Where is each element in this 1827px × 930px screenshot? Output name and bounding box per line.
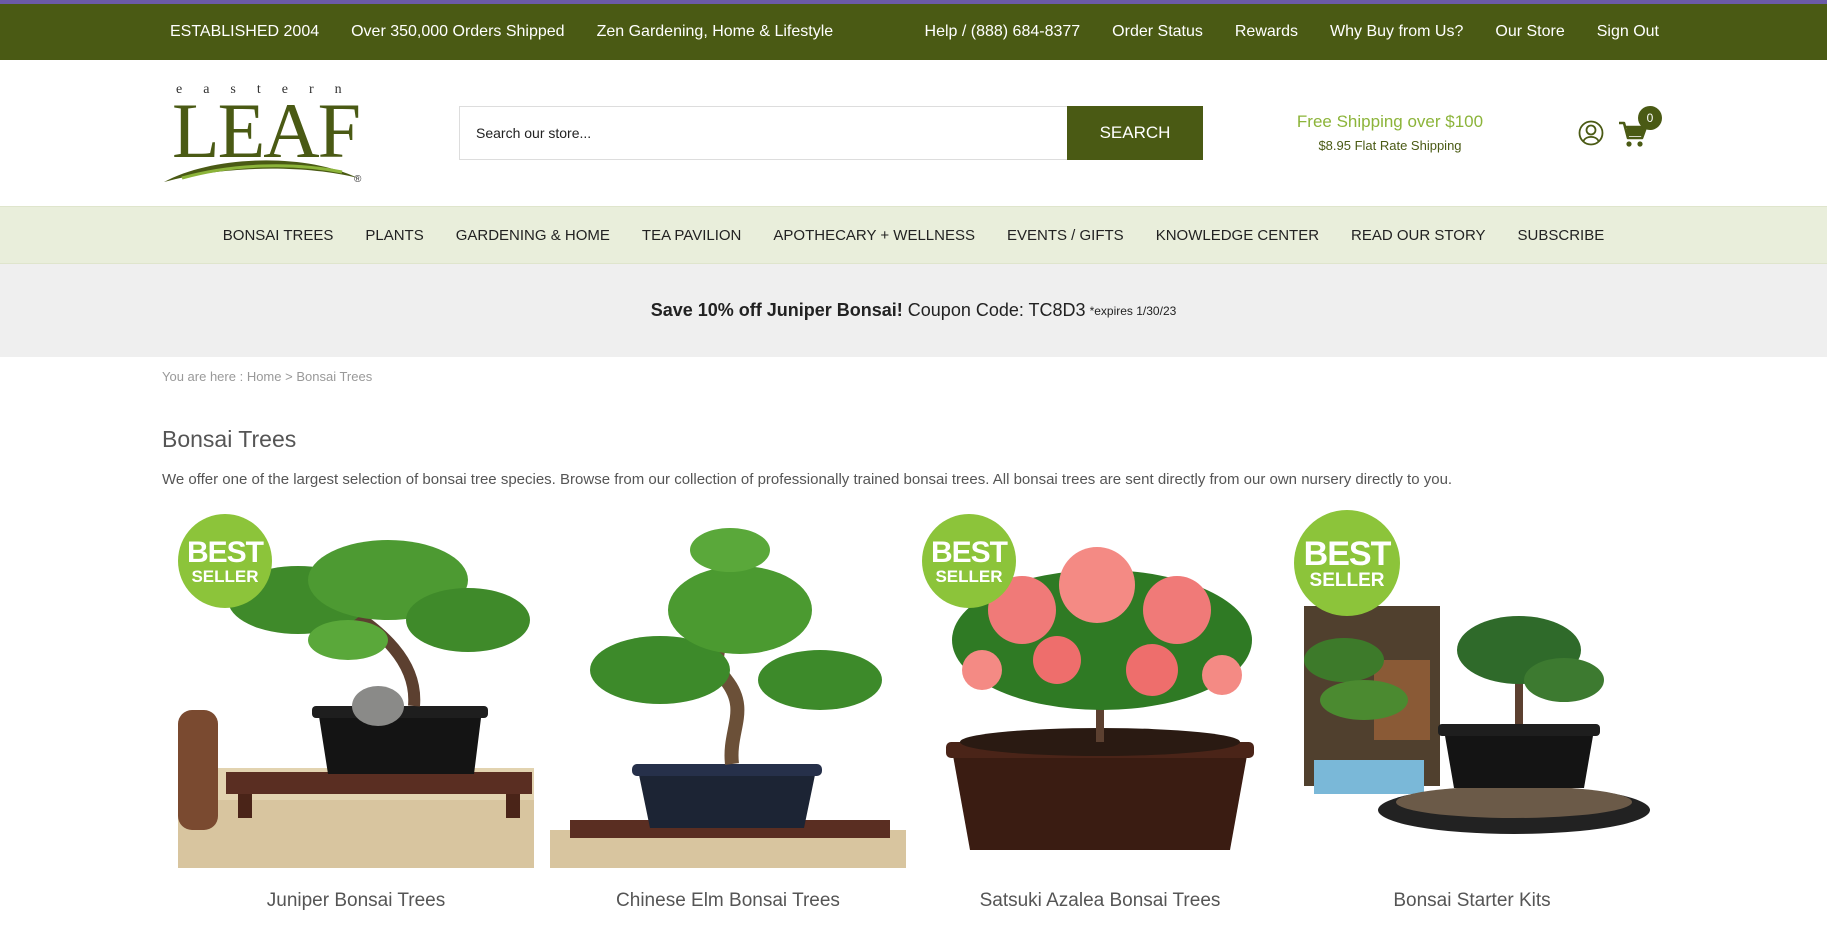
breadcrumb-home-link[interactable]: Home <box>247 369 282 384</box>
search-form: SEARCH <box>459 106 1203 160</box>
established-text: ESTABLISHED 2004 <box>170 23 320 40</box>
product-image-chinese-elm[interactable] <box>550 510 906 868</box>
sign-out-link[interactable]: Sign Out <box>1597 23 1659 41</box>
shipping-info: Free Shipping over $100 $8.95 Flat Rate … <box>1270 112 1510 153</box>
nav-read-our-story[interactable]: READ OUR STORY <box>1351 227 1485 244</box>
promo-expiry: *expires 1/30/23 <box>1089 303 1177 318</box>
product-name[interactable]: Juniper Bonsai Trees <box>178 890 534 912</box>
product-card[interactable]: BEST SELLER Juniper Bonsai Trees <box>162 510 534 930</box>
nav-plants[interactable]: PLANTS <box>365 227 423 244</box>
badge-line2: SELLER <box>191 566 259 586</box>
product-card[interactable]: BEST SELLER Satsuki Azalea Bonsai Trees <box>906 510 1262 930</box>
help-phone-link[interactable]: Help / (888) 684-8377 <box>925 23 1081 41</box>
site-logo[interactable]: eastern LEAF ® <box>162 82 362 186</box>
badge-line1: BEST <box>1303 534 1392 573</box>
rewards-link[interactable]: Rewards <box>1235 23 1298 41</box>
main-nav: BONSAI TREES PLANTS GARDENING & HOME TEA… <box>0 206 1827 264</box>
nav-knowledge-center[interactable]: KNOWLEDGE CENTER <box>1156 227 1319 244</box>
nav-events-gifts[interactable]: EVENTS / GIFTS <box>1007 227 1124 244</box>
top-bar: ESTABLISHED 2004 Over 350,000 Orders Shi… <box>0 4 1827 60</box>
search-button[interactable]: SEARCH <box>1067 106 1203 160</box>
search-input[interactable] <box>459 106 1067 160</box>
coupon-code: Coupon Code: TC8D3 <box>907 300 1086 320</box>
logo-registered-mark: ® <box>354 174 362 185</box>
nav-subscribe[interactable]: SUBSCRIBE <box>1518 227 1605 244</box>
product-name[interactable]: Satsuki Azalea Bonsai Trees <box>922 890 1278 912</box>
nav-gardening-home[interactable]: GARDENING & HOME <box>456 227 610 244</box>
product-name[interactable]: Chinese Elm Bonsai Trees <box>550 890 906 912</box>
site-header: eastern LEAF ® SEARCH Free Shipping over… <box>0 60 1827 206</box>
product-grid: BEST SELLER Juniper Bonsai Trees Chinese… <box>162 510 1652 927</box>
product-card[interactable]: BEST SELLER Bonsai Starter Kits <box>1278 510 1650 930</box>
free-shipping-text: Free Shipping over $100 <box>1296 112 1484 131</box>
product-name[interactable]: Bonsai Starter Kits <box>1294 890 1650 912</box>
breadcrumb: You are here : Home > Bonsai Trees <box>162 369 1827 384</box>
our-store-link[interactable]: Our Store <box>1495 23 1564 41</box>
orders-shipped-text: Over 350,000 Orders Shipped <box>351 23 565 40</box>
flat-rate-text: $8.95 Flat Rate Shipping <box>1318 138 1462 153</box>
nav-apothecary-wellness[interactable]: APOTHECARY + WELLNESS <box>773 227 975 244</box>
order-status-link[interactable]: Order Status <box>1112 23 1203 41</box>
logo-leaf-swoosh <box>164 160 358 182</box>
account-icon[interactable] <box>1578 120 1604 146</box>
nav-bonsai-trees[interactable]: BONSAI TREES <box>223 227 334 244</box>
breadcrumb-prefix: You are here : <box>162 369 247 384</box>
breadcrumb-current: Bonsai Trees <box>296 369 373 384</box>
breadcrumb-separator: > <box>281 369 297 384</box>
badge-line1: BEST <box>930 535 1008 569</box>
page-title: Bonsai Trees <box>162 426 297 452</box>
badge-line2: SELLER <box>1309 569 1385 591</box>
cart-count-badge: 0 <box>1638 106 1662 130</box>
promo-banner: Save 10% off Juniper Bonsai! Coupon Code… <box>0 264 1827 357</box>
best-seller-badge: BEST SELLER <box>178 514 272 608</box>
why-buy-link[interactable]: Why Buy from Us? <box>1330 23 1463 41</box>
tagline-text: Zen Gardening, Home & Lifestyle <box>596 23 834 40</box>
badge-line1: BEST <box>186 535 264 569</box>
best-seller-badge: BEST SELLER <box>922 514 1016 608</box>
badge-line2: SELLER <box>935 566 1003 586</box>
product-card[interactable]: Chinese Elm Bonsai Trees <box>534 510 906 930</box>
best-seller-badge: BEST SELLER <box>1294 510 1400 616</box>
nav-tea-pavilion[interactable]: TEA PAVILION <box>642 227 741 244</box>
page-description: We offer one of the largest selection of… <box>162 471 1453 488</box>
promo-headline: Save 10% off Juniper Bonsai! <box>650 300 903 320</box>
